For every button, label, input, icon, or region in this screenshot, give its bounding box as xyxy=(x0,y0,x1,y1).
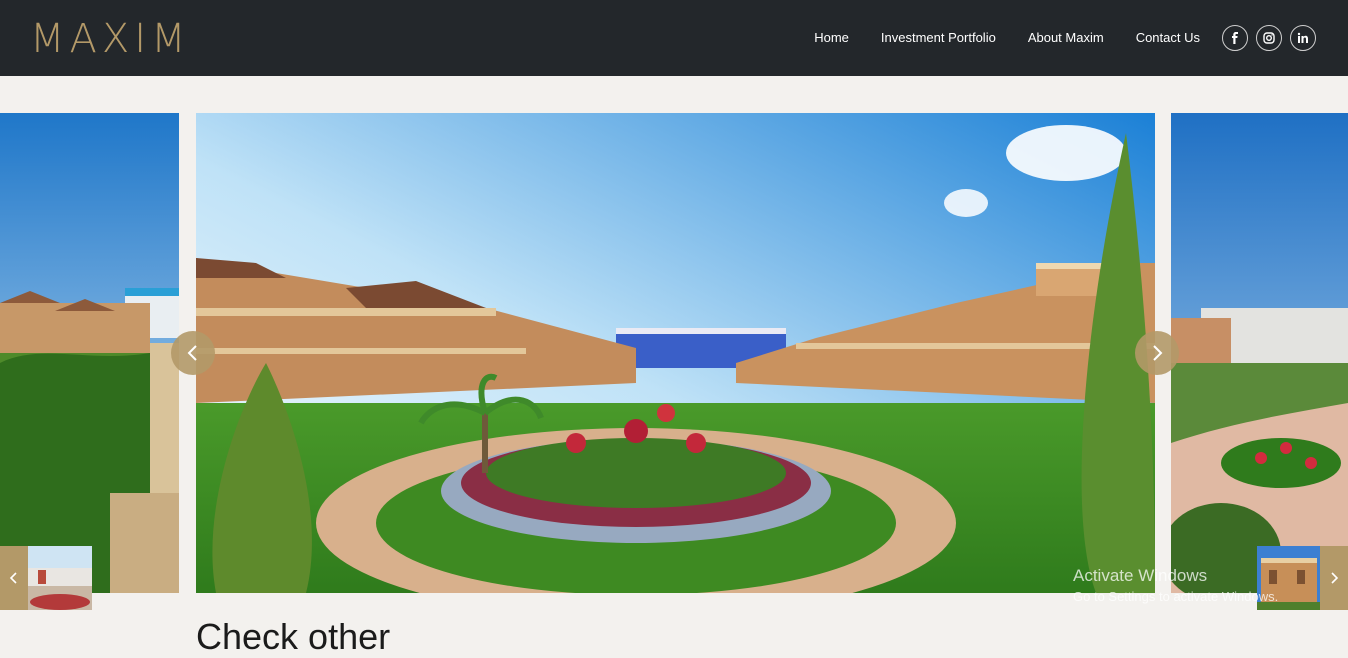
chevron-right-icon xyxy=(1153,345,1163,361)
carousel-slide-active[interactable] xyxy=(196,113,1155,593)
site-header: MAXIM Home Investment Portfolio About Ma… xyxy=(0,0,1348,76)
nav-about-maxim[interactable]: About Maxim xyxy=(1028,30,1104,45)
nav-home[interactable]: Home xyxy=(814,30,849,45)
nav-contact-us[interactable]: Contact Us xyxy=(1136,30,1200,45)
facebook-icon xyxy=(1232,32,1238,44)
instagram-icon xyxy=(1263,32,1275,44)
instagram-link[interactable] xyxy=(1256,25,1282,51)
slide-image-next xyxy=(1171,113,1348,593)
chevron-right-icon xyxy=(1331,572,1339,584)
slide-image-active xyxy=(196,113,1155,593)
section-title: Check other xyxy=(196,616,391,657)
slide-image-previous xyxy=(0,113,179,593)
social-links xyxy=(1222,25,1316,51)
watermark-line1: Activate Windows xyxy=(1073,566,1208,585)
thumbnail-next-button[interactable] xyxy=(1320,546,1348,610)
carousel-next-button[interactable] xyxy=(1135,331,1179,375)
site-logo[interactable]: MAXIM xyxy=(30,16,191,62)
chevron-left-icon xyxy=(9,572,17,584)
windows-activation-watermark: Activate Windows Go to Settings to activ… xyxy=(1073,566,1278,604)
carousel-slide-next[interactable] xyxy=(1171,113,1348,593)
thumbnail-prev-button[interactable] xyxy=(0,546,28,610)
nav-investment-portfolio[interactable]: Investment Portfolio xyxy=(881,30,996,45)
linkedin-icon xyxy=(1297,32,1308,43)
thumbnail-prev[interactable] xyxy=(28,546,92,610)
watermark-line2: Go to Settings to activate Windows. xyxy=(1073,589,1279,604)
chevron-left-icon xyxy=(187,345,197,361)
facebook-link[interactable] xyxy=(1222,25,1248,51)
thumbnail-image-prev xyxy=(28,546,92,610)
main-nav: Home Investment Portfolio About Maxim Co… xyxy=(814,30,1200,45)
linkedin-link[interactable] xyxy=(1290,25,1316,51)
carousel-prev-button[interactable] xyxy=(171,331,215,375)
carousel-slide-previous[interactable] xyxy=(0,113,179,593)
